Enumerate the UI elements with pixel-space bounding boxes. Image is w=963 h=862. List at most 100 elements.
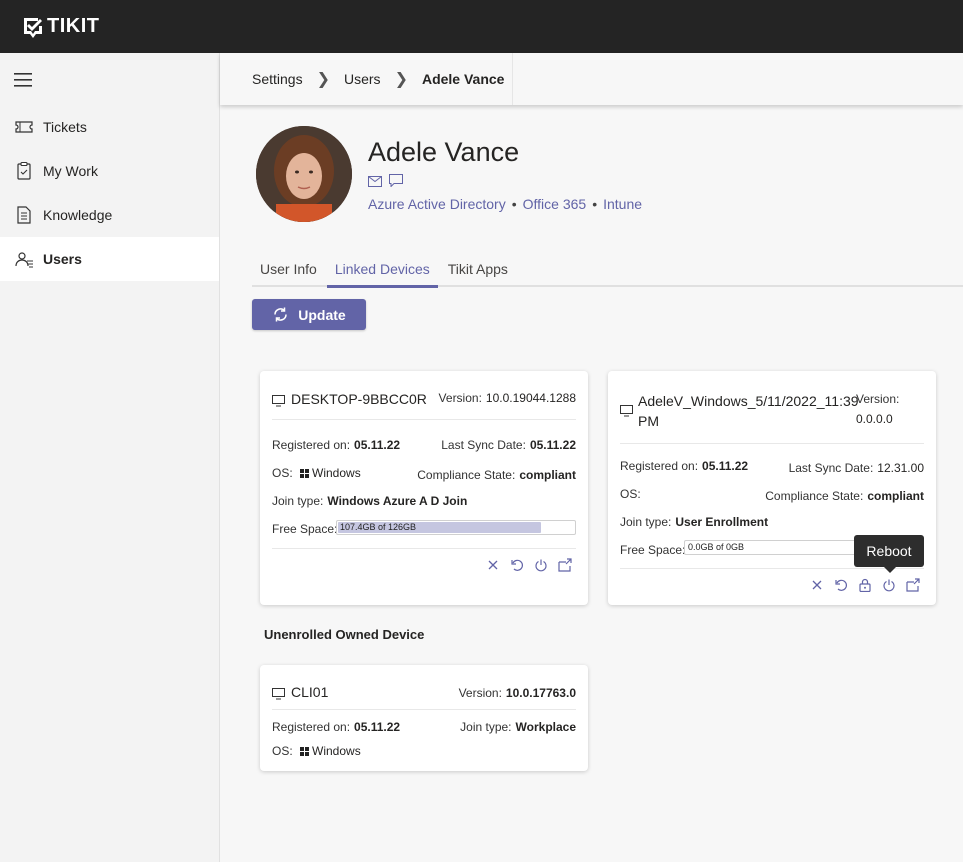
device-actions — [486, 558, 572, 572]
sidebar-item-label: Users — [43, 251, 82, 267]
mail-icon[interactable] — [368, 174, 382, 192]
avatar — [256, 126, 352, 222]
lock-icon[interactable] — [858, 578, 872, 592]
join-type-label: Join type: — [272, 494, 324, 508]
tikit-logo-icon — [24, 17, 42, 38]
app-logo[interactable]: TIKIT — [22, 15, 100, 38]
source-intune[interactable]: Intune — [603, 196, 642, 212]
registered-label: Registered on: — [272, 438, 351, 452]
monitor-icon — [620, 405, 633, 417]
device-name: AdeleV_Windows_5/11/2022_11:39 PM — [620, 391, 859, 431]
reboot-tooltip: Reboot — [854, 535, 924, 573]
sidebar-item-my-work[interactable]: My Work — [0, 149, 219, 193]
sidebar-item-tickets[interactable]: Tickets — [0, 105, 219, 149]
document-icon — [17, 206, 31, 224]
version-label: Version: — [438, 391, 482, 405]
tab-linked-devices[interactable]: Linked Devices — [326, 251, 438, 288]
divider — [272, 419, 576, 420]
join-type-value: User Enrollment — [675, 515, 769, 529]
close-icon[interactable] — [810, 578, 824, 592]
compliance-value: compliant — [519, 468, 576, 482]
free-space-label: Free Space: — [272, 522, 338, 536]
app-name: TIKIT — [47, 15, 100, 37]
registered-value: 05.11.22 — [354, 438, 401, 452]
sidebar-nav: Tickets My Work Knowledge Users — [0, 105, 219, 281]
separator-dot: • — [592, 196, 598, 212]
registered-label: Registered on: — [272, 720, 351, 734]
reset-icon[interactable] — [510, 558, 524, 572]
monitor-icon — [272, 688, 285, 700]
reset-icon[interactable] — [834, 578, 848, 592]
breadcrumb-settings[interactable]: Settings — [252, 71, 303, 87]
source-office-365[interactable]: Office 365 — [523, 196, 587, 212]
source-azure-ad[interactable]: Azure Active Directory — [368, 196, 506, 212]
registered-value: 05.11.22 — [354, 720, 401, 734]
version-value: 0.0.0.0 — [856, 412, 893, 426]
compliance-label: Compliance State: — [417, 468, 516, 482]
sidebar-item-label: My Work — [43, 163, 98, 179]
last-sync-value: 05.11.22 — [529, 438, 576, 452]
power-icon[interactable] — [534, 558, 548, 572]
breadcrumb: Settings ❯ Users ❯ Adele Vance — [220, 53, 963, 105]
power-icon[interactable] — [882, 578, 896, 592]
divider — [272, 548, 576, 549]
device-name: CLI01 — [272, 684, 328, 700]
user-tabs: User Info Linked Devices Tikit Apps — [252, 251, 963, 288]
sidebar-item-knowledge[interactable]: Knowledge — [0, 193, 219, 237]
main-content: Settings ❯ Users ❯ Adele Vance Adele Van… — [220, 53, 963, 862]
os-label: OS: — [620, 487, 641, 501]
separator-dot: • — [511, 196, 517, 212]
registered-value: 05.11.22 — [702, 459, 749, 473]
version-label: Version: — [856, 392, 900, 406]
free-space-text: 0.0GB of 0GB — [688, 542, 745, 552]
device-actions — [810, 578, 920, 592]
compliance-label: Compliance State: — [765, 489, 864, 503]
last-sync-value: 12.31.00 — [877, 461, 924, 475]
unenrolled-section-title: Unenrolled Owned Device — [264, 627, 425, 642]
user-sources: Azure Active Directory • Office 365 • In… — [368, 196, 642, 212]
free-space-bar: 107.4GB of 126GB — [336, 520, 576, 535]
device-name: DESKTOP-9BBCC0R — [272, 391, 427, 407]
free-space-label: Free Space: — [620, 543, 686, 557]
os-label: OS: — [272, 466, 293, 480]
divider — [620, 568, 924, 569]
device-card: DESKTOP-9BBCC0R Version: 10.0.19044.1288 … — [260, 371, 588, 605]
tab-user-info[interactable]: User Info — [252, 251, 325, 287]
user-contact-icons — [368, 174, 403, 192]
monitor-icon — [272, 395, 285, 407]
open-external-icon[interactable] — [558, 558, 572, 572]
join-type-value: Workplace — [515, 720, 576, 734]
breadcrumb-users[interactable]: Users — [344, 71, 381, 87]
os-value: Windows — [312, 744, 361, 758]
sidebar-item-label: Knowledge — [43, 207, 113, 223]
compliance-value: compliant — [867, 489, 924, 503]
refresh-icon — [274, 307, 288, 322]
user-name: Adele Vance — [368, 137, 520, 167]
tab-tikit-apps[interactable]: Tikit Apps — [440, 251, 516, 287]
divider — [620, 443, 924, 444]
hamburger-menu-icon[interactable] — [14, 73, 32, 92]
update-button[interactable]: Update — [252, 299, 366, 330]
top-bar: TIKIT — [0, 0, 963, 53]
chevron-right-icon: ❯ — [394, 71, 408, 88]
sidebar: Tickets My Work Knowledge Users — [0, 53, 220, 862]
sidebar-item-label: Tickets — [43, 119, 87, 135]
close-icon[interactable] — [486, 558, 500, 572]
users-icon — [15, 252, 33, 268]
update-button-label: Update — [298, 306, 346, 323]
os-value: Windows — [312, 466, 361, 480]
breadcrumb-divider — [512, 53, 513, 105]
chat-icon[interactable] — [389, 174, 403, 192]
version-value: 10.0.19044.1288 — [485, 391, 576, 405]
divider — [272, 709, 576, 710]
open-external-icon[interactable] — [906, 578, 920, 592]
join-type-label: Join type: — [620, 515, 672, 529]
last-sync-label: Last Sync Date: — [441, 438, 526, 452]
version-value: 10.0.17763.0 — [505, 686, 576, 700]
sidebar-item-users[interactable]: Users — [0, 237, 219, 281]
breadcrumb-current: Adele Vance — [421, 71, 505, 87]
clipboard-icon — [17, 161, 31, 180]
registered-label: Registered on: — [620, 459, 699, 473]
windows-icon — [300, 747, 310, 757]
join-type-label: Join type: — [460, 720, 512, 734]
